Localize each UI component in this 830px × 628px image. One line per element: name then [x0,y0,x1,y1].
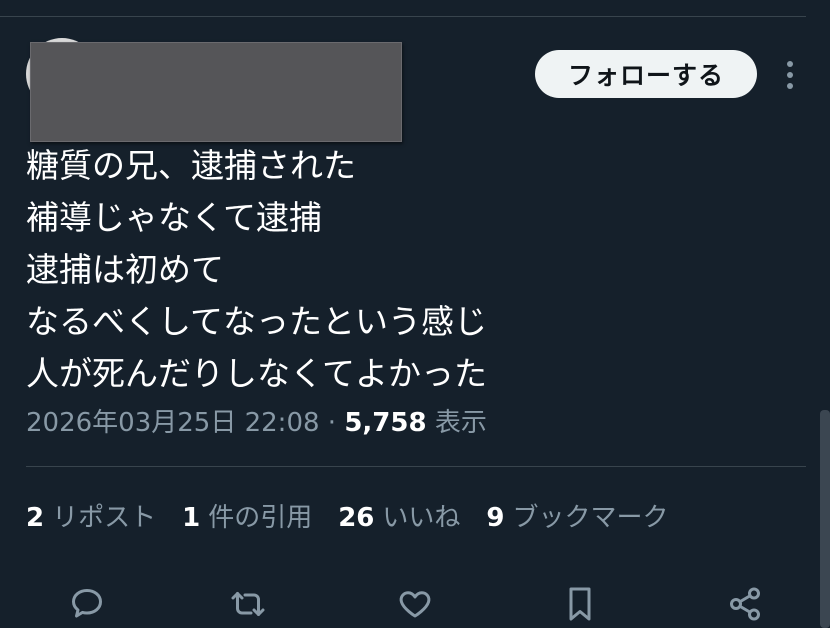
bookmarks-count: 9 [486,503,505,533]
share-icon[interactable] [725,584,765,624]
tweet-text-line: 逮捕は初めて [26,250,224,289]
repost-icon[interactable] [228,584,268,624]
redacted-username-block [30,42,402,142]
quotes-stat[interactable]: 1 件の引用 [182,497,312,534]
views-count: 5,758 [344,408,427,438]
tweet-meta: 2026年03月25日 22:08 · 5,758 表示 [26,402,487,439]
top-divider [0,16,806,17]
bookmarks-stat[interactable]: 9 ブックマーク [486,497,668,534]
tweet-text-line: 糖質の兄、逮捕された [26,146,356,185]
likes-stat[interactable]: 26 いいね [338,497,460,534]
bookmarks-label: ブックマーク [512,503,669,533]
follow-button[interactable]: フォローする [535,50,757,98]
stats-divider [26,466,806,467]
reposts-stat[interactable]: 2 リポスト [26,497,156,534]
tweet-detail-page: フォローする 糖質の兄、逮捕された 補導じゃなくて逮捕 逮捕は初めて なるべくし… [0,0,830,628]
like-icon[interactable] [395,584,435,624]
tweet-timestamp[interactable]: 2026年03月25日 22:08 [26,408,320,438]
tweet-text: 糖質の兄、逮捕された 補導じゃなくて逮捕 逮捕は初めて なるべくしてなったという… [26,140,786,400]
meta-separator: · [327,408,337,438]
tweet-text-line: なるべくしてなったという感じ [26,302,488,341]
action-bar [0,578,830,628]
quotes-count: 1 [182,503,201,533]
views-label: 表示 [434,408,487,438]
tweet-text-line: 人が死んだりしなくてよかった [26,354,488,393]
reply-icon[interactable] [67,584,107,624]
more-options-icon[interactable] [778,58,802,92]
reposts-count: 2 [26,503,45,533]
engagement-stats: 2 リポスト 1 件の引用 26 いいね 9 ブックマーク [26,497,669,534]
quotes-label: 件の引用 [208,503,313,533]
bookmark-icon[interactable] [560,584,600,624]
likes-label: いいね [382,503,461,533]
tweet-text-line: 補導じゃなくて逮捕 [26,198,323,237]
reposts-label: リポスト [52,503,157,533]
likes-count: 26 [338,503,375,533]
scrollbar[interactable] [820,410,830,628]
